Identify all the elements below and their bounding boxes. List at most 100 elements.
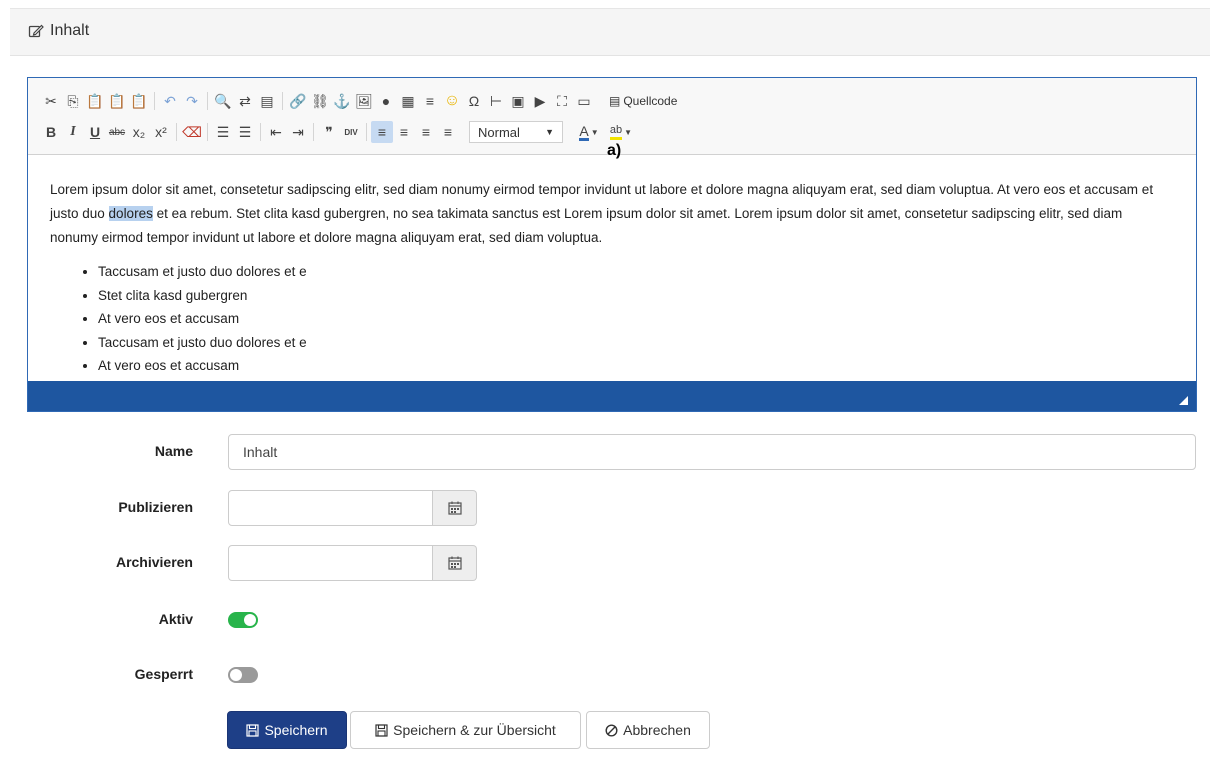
unlink-icon[interactable]: ⛓ bbox=[309, 90, 331, 112]
toolbar-row-2: B I Uabc x₂ x² ⌫ ☰ ☰ ⇤ ⇥ ❞ DIV ≡ ≡ ≡ ≡ Normal ▼ A ▼ ab ▼ bbox=[40, 120, 637, 144]
align-left-icon[interactable]: ≡ bbox=[371, 121, 393, 143]
special-char-icon[interactable]: Ω bbox=[463, 90, 485, 112]
copy-icon[interactable]: ⎘ bbox=[62, 90, 84, 112]
anchor-icon[interactable]: ⚓ bbox=[331, 90, 353, 112]
source-button-label: Quellcode bbox=[623, 94, 678, 108]
editor-status-bar bbox=[28, 381, 1196, 411]
archive-label: Archivieren bbox=[115, 554, 193, 570]
undo-icon[interactable]: ↶ bbox=[159, 90, 181, 112]
annotation-label: a) bbox=[607, 142, 622, 159]
align-right-icon[interactable]: ≡ bbox=[415, 121, 437, 143]
resize-handle-icon[interactable] bbox=[1179, 396, 1188, 405]
save-button-label: Speichern bbox=[264, 722, 328, 738]
find-icon[interactable]: 🔍 bbox=[212, 90, 234, 112]
archive-calendar-button[interactable] bbox=[433, 545, 477, 581]
indent-icon[interactable]: ⇥ bbox=[287, 121, 309, 143]
template-icon[interactable]: ▣ bbox=[507, 90, 529, 112]
chevron-down-icon: ▼ bbox=[624, 127, 633, 137]
align-justify-icon[interactable]: ≡ bbox=[437, 121, 459, 143]
replace-icon[interactable]: ⇄ bbox=[234, 90, 256, 112]
ban-icon bbox=[605, 723, 618, 737]
maximize-icon[interactable]: ⛶ bbox=[551, 90, 573, 112]
page-break-icon[interactable]: ⊢ bbox=[485, 90, 507, 112]
superscript-icon[interactable]: x² bbox=[150, 121, 172, 143]
name-label: Name bbox=[154, 443, 193, 459]
div-container-icon[interactable]: DIV bbox=[340, 121, 362, 143]
toolbar-row-1: ✂ ⎘ 📋 📋 📋 ↶ ↷ 🔍 ⇄ ▤ 🔗 ⛓ ⚓ 🖼 ● ▦ ≡ ☺ Ω ⊢ ▣ ▶ ⛶ ▭ ▤ Quellcode bbox=[40, 89, 677, 113]
toolbar-separator bbox=[207, 92, 208, 110]
chevron-down-icon: ▼ bbox=[590, 127, 599, 137]
toolbar-separator bbox=[154, 92, 155, 110]
locked-toggle[interactable] bbox=[228, 667, 258, 683]
panel-title: Inhalt bbox=[28, 22, 89, 40]
toolbar-separator bbox=[176, 123, 177, 141]
paste-text-icon[interactable]: 📋 bbox=[106, 90, 128, 112]
remove-format-icon[interactable]: ⌫ bbox=[181, 121, 203, 143]
outdent-icon[interactable]: ⇤ bbox=[265, 121, 287, 143]
editor-paragraph: Lorem ipsum dolor sit amet, consetetur s… bbox=[50, 178, 1174, 250]
selected-word: dolores bbox=[108, 206, 153, 221]
name-field[interactable]: Inhalt bbox=[228, 434, 1196, 470]
background-color-button[interactable]: ab ▼ bbox=[605, 121, 637, 143]
list-item: Taccusam et justo duo dolores et e bbox=[98, 331, 1196, 355]
paste-word-icon[interactable]: 📋 bbox=[128, 90, 150, 112]
format-dropdown-value: Normal bbox=[478, 124, 520, 140]
cancel-button[interactable]: Abbrechen bbox=[586, 711, 710, 749]
italic-icon[interactable]: I bbox=[62, 121, 84, 143]
toolbar-separator bbox=[207, 123, 208, 141]
save-overview-button-label: Speichern & zur Übersicht bbox=[393, 722, 556, 738]
blockquote-icon[interactable]: ❞ bbox=[318, 121, 340, 143]
table-icon[interactable]: ▦ bbox=[397, 90, 419, 112]
flash-icon[interactable]: ● bbox=[375, 90, 397, 112]
publish-label: Publizieren bbox=[118, 499, 193, 515]
list-item: Taccusam et justo duo dolores et e bbox=[98, 260, 1196, 284]
rich-text-editor[interactable]: ✂ ⎘ 📋 📋 📋 ↶ ↷ 🔍 ⇄ ▤ 🔗 ⛓ ⚓ 🖼 ● ▦ ≡ ☺ Ω ⊢ ▣ ▶ ⛶ ▭ ▤ Quellcode B I Uab… bbox=[27, 77, 1197, 412]
toolbar-separator bbox=[282, 92, 283, 110]
active-toggle[interactable] bbox=[228, 612, 258, 628]
bulleted-list-icon[interactable]: ☰ bbox=[234, 121, 256, 143]
underline-icon[interactable]: U bbox=[84, 121, 106, 143]
paragraph-text-after: et ea rebum. Stet clita kasd gubergren, … bbox=[50, 206, 1123, 245]
toolbar-separator bbox=[260, 123, 261, 141]
floppy-disk-icon bbox=[246, 723, 260, 737]
source-code-icon: ▤ bbox=[609, 94, 621, 108]
source-button[interactable]: ▤ Quellcode bbox=[609, 94, 677, 108]
editor-bullet-list: Taccusam et justo duo dolores et e Stet … bbox=[28, 260, 1196, 378]
cancel-button-label: Abbrechen bbox=[623, 722, 691, 738]
list-item: At vero eos et accusam bbox=[98, 354, 1196, 378]
bold-icon[interactable]: B bbox=[40, 121, 62, 143]
numbered-list-icon[interactable]: ☰ bbox=[212, 121, 234, 143]
active-label: Aktiv bbox=[158, 611, 193, 627]
editor-content[interactable]: Lorem ipsum dolor sit amet, consetetur s… bbox=[28, 154, 1196, 381]
publish-date-input[interactable] bbox=[228, 490, 433, 526]
link-icon[interactable]: 🔗 bbox=[287, 90, 309, 112]
toolbar-separator bbox=[313, 123, 314, 141]
select-all-icon[interactable]: ▤ bbox=[256, 90, 278, 112]
strikethrough-icon[interactable]: abc bbox=[106, 121, 128, 143]
smiley-icon[interactable]: ☺ bbox=[441, 90, 463, 112]
save-overview-button[interactable]: Speichern & zur Übersicht bbox=[350, 711, 581, 749]
show-blocks-icon[interactable]: ▭ bbox=[573, 90, 595, 112]
text-color-button[interactable]: A ▼ bbox=[573, 121, 605, 143]
format-dropdown[interactable]: Normal ▼ bbox=[469, 121, 563, 143]
save-button[interactable]: Speichern bbox=[227, 711, 347, 749]
align-center-icon[interactable]: ≡ bbox=[393, 121, 415, 143]
horizontal-rule-icon[interactable]: ≡ bbox=[419, 90, 441, 112]
cut-icon[interactable]: ✂ bbox=[40, 90, 62, 112]
redo-icon[interactable]: ↷ bbox=[181, 90, 203, 112]
subscript-icon[interactable]: x₂ bbox=[128, 121, 150, 143]
panel-title-text: Inhalt bbox=[50, 22, 90, 39]
edit-icon bbox=[28, 23, 44, 39]
publish-calendar-button[interactable] bbox=[433, 490, 477, 526]
calendar-icon bbox=[447, 501, 462, 515]
toolbar-separator bbox=[366, 123, 367, 141]
youtube-icon[interactable]: ▶ bbox=[529, 90, 551, 112]
paste-icon[interactable]: 📋 bbox=[84, 90, 106, 112]
panel-header: Inhalt bbox=[10, 8, 1210, 56]
list-item: Stet clita kasd gubergren bbox=[98, 284, 1196, 308]
calendar-icon bbox=[447, 556, 462, 570]
archive-date-input[interactable] bbox=[228, 545, 433, 581]
background-color-icon: ab bbox=[609, 124, 623, 140]
image-icon[interactable]: 🖼 bbox=[353, 90, 375, 112]
list-item: At vero eos et accusam bbox=[98, 307, 1196, 331]
